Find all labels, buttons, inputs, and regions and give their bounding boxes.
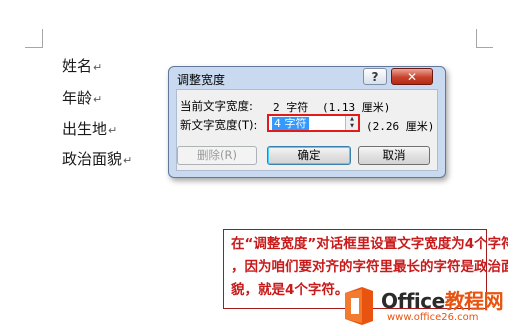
brand-tail: 教程网 xyxy=(444,289,504,313)
annotation-line: ，因为咱们要对齐的字符里最长的字符是政治面 xyxy=(231,259,508,275)
new-width-label: 新文字宽度(T): xyxy=(180,118,258,132)
doc-line-text: 出生地 xyxy=(62,120,108,138)
delete-button[interactable]: 删除(R) xyxy=(177,146,257,165)
office-logo-icon xyxy=(345,287,373,325)
current-width-cm: (1.13 厘米) xyxy=(322,101,391,114)
help-button[interactable]: ? xyxy=(363,68,387,85)
doc-line-text: 姓名 xyxy=(62,57,93,75)
brand-main: Office xyxy=(381,289,445,313)
paragraph-mark-icon: ↵ xyxy=(108,124,118,137)
new-width-spinner[interactable]: 4 字符 ▲ ▼ xyxy=(267,114,360,132)
doc-line-name: 姓名↵ xyxy=(62,57,102,77)
dialog-title: 调整宽度 xyxy=(177,73,226,87)
cancel-button[interactable]: 取消 xyxy=(358,146,430,165)
crop-mark-top-left-h xyxy=(25,47,42,48)
spinner-buttons: ▲ ▼ xyxy=(345,116,358,130)
close-icon: ✕ xyxy=(406,70,418,84)
crop-mark-top-right-v xyxy=(476,29,477,48)
annotation-line: 貌，就是4个字符。 xyxy=(231,282,349,298)
brand-url: www.office26.com xyxy=(387,312,479,323)
current-width-value: 2 字符 xyxy=(273,101,309,114)
doc-line-text: 政治面貌 xyxy=(62,150,123,168)
paragraph-mark-icon: ↵ xyxy=(93,61,103,74)
doc-line-age: 年龄↵ xyxy=(62,89,102,109)
crop-mark-top-left-v xyxy=(42,29,43,48)
doc-line-text: 年龄 xyxy=(62,89,93,107)
new-width-input[interactable]: 4 字符 xyxy=(272,117,309,130)
paragraph-mark-icon: ↵ xyxy=(123,154,133,167)
office-logo-watermark: Office教程网 www.office26.com xyxy=(340,283,508,332)
ok-button[interactable]: 确定 xyxy=(267,146,351,165)
doc-line-birthplace: 出生地↵ xyxy=(62,120,117,140)
crop-mark-top-right-h xyxy=(476,47,493,48)
new-width-cm: (2.26 厘米) xyxy=(366,120,435,133)
spin-down-icon[interactable]: ▼ xyxy=(346,123,358,130)
brand-name: Office教程网 xyxy=(381,285,504,314)
annotation-line: 在“调整宽度”对话框里设置文字宽度为4个字符 xyxy=(231,236,508,252)
spin-up-icon[interactable]: ▲ xyxy=(346,116,358,123)
close-button[interactable]: ✕ xyxy=(391,68,433,85)
paragraph-mark-icon: ↵ xyxy=(93,93,103,106)
current-width-label: 当前文字宽度: xyxy=(180,99,253,113)
doc-line-political-status: 政治面貌↵ xyxy=(62,150,132,170)
